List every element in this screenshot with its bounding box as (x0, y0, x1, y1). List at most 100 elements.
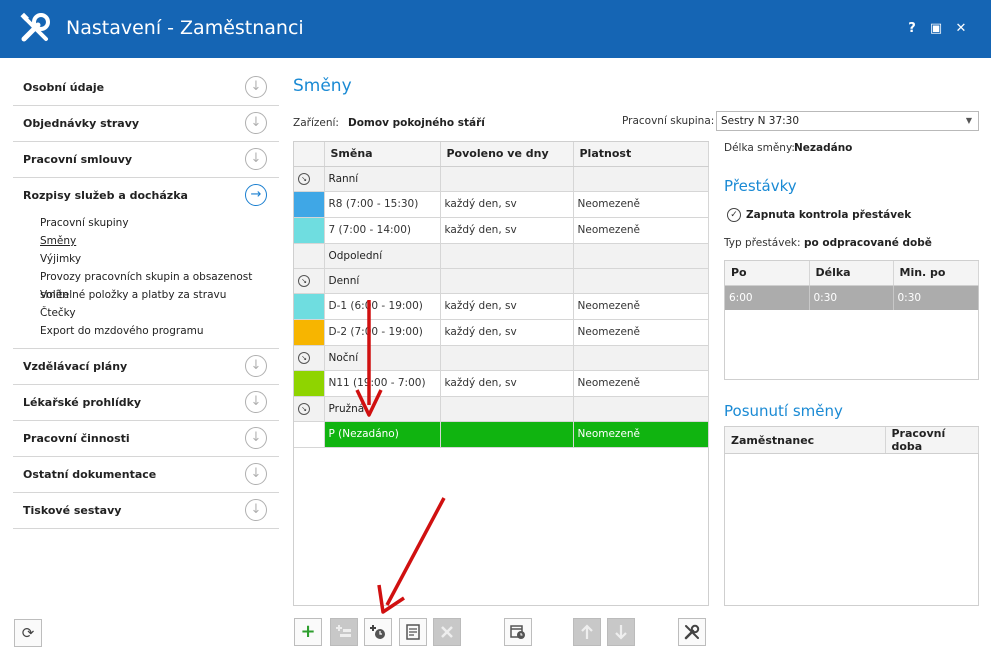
shift-name-cell: Denní (324, 268, 441, 294)
table-cell: 0:30 (809, 285, 894, 310)
add-group-button[interactable] (330, 618, 358, 646)
validity-cell: Neomezeně (573, 293, 709, 320)
sidebar-item-label: Osobní údaje (23, 81, 105, 94)
validity-cell (573, 345, 709, 371)
shift-name-cell: D-2 (7:00 - 19:00) (324, 319, 441, 346)
sidebar-item-objednavky-stravy[interactable]: Objednávky stravy ↓ (13, 106, 279, 142)
collapse-icon[interactable]: ↘ (298, 173, 310, 185)
arrow-down-circle-icon[interactable]: ↓ (245, 112, 267, 134)
grid-header-indicator (294, 142, 325, 167)
table-row[interactable]: D-1 (6:00 - 19:00) každý den, sv Neomezeně (294, 293, 709, 320)
arrow-down-circle-icon[interactable]: ↓ (245, 76, 267, 98)
chevron-down-icon: ▼ (965, 116, 972, 125)
sidebar-item-osobni-udaje[interactable]: Osobní údaje ↓ (13, 70, 279, 106)
group-expander-cell[interactable]: ↘ (294, 166, 325, 192)
sidebar-subitem-volitelne-polozky[interactable]: Volitelné položky a platby za stravu (40, 286, 279, 304)
add-shift-button[interactable] (364, 618, 392, 646)
add-clock-icon (370, 625, 385, 639)
table-row[interactable]: N11 (19:00 - 7:00) každý den, sv Neomezeně (294, 370, 709, 397)
title-bar: Nastavení - Zaměstnanci ? ▣ ✕ (0, 0, 991, 58)
sidebar-item-pracovni-cinnosti[interactable]: Pracovní činnosti ↓ (13, 421, 279, 457)
sidebar-item-label: Tiskové sestavy (23, 504, 122, 517)
table-row[interactable]: 7 (7:00 - 14:00) každý den, sv Neomezeně (294, 217, 709, 244)
group-expander-cell[interactable]: ↘ (294, 396, 325, 422)
shift-name-cell: P (Nezadáno) (324, 421, 441, 448)
group-expander-cell[interactable] (294, 243, 325, 269)
group-row[interactable]: ↘ Ranní (294, 166, 709, 192)
validity-cell: Neomezeně (573, 191, 709, 218)
edit-button[interactable] (399, 618, 427, 646)
sidebar-item-ostatni-dokumentace[interactable]: Ostatní dokumentace ↓ (13, 457, 279, 493)
group-row[interactable]: ↘ Pružná (294, 396, 709, 422)
days-cell: každý den, sv (440, 191, 574, 218)
sidebar-subitem-ctecky[interactable]: Čtečky (40, 304, 279, 322)
column-header-pracovni-doba[interactable]: Pracovní doba (885, 427, 979, 454)
collapse-icon[interactable]: ↘ (298, 352, 310, 364)
sidebar-group-rozpisy: Rozpisy služeb a docházka → Pracovní sku… (13, 178, 279, 349)
help-button[interactable]: ? (903, 20, 921, 38)
arrow-down-circle-icon[interactable]: ↓ (245, 463, 267, 485)
column-header-min-po[interactable]: Min. po (893, 261, 979, 286)
column-header-povoleno[interactable]: Povoleno ve dny (440, 142, 574, 167)
delete-icon (441, 626, 453, 638)
sidebar-subitem-pracovni-skupiny[interactable]: Pracovní skupiny (40, 214, 279, 232)
sidebar-item-lekarske-prohlidky[interactable]: Lékařské prohlídky ↓ (13, 385, 279, 421)
arrow-up-icon (581, 624, 593, 639)
move-down-button[interactable] (607, 618, 635, 646)
group-row[interactable]: Odpolední (294, 243, 709, 269)
schedule-button[interactable] (504, 618, 532, 646)
arrow-down-circle-icon[interactable]: ↓ (245, 499, 267, 521)
table-row[interactable]: D-2 (7:00 - 19:00) každý den, sv Neomezeně (294, 319, 709, 346)
add-button[interactable]: + (294, 618, 322, 646)
calendar-clock-icon (510, 625, 525, 639)
sidebar-subitem-smeny[interactable]: Směny (40, 232, 279, 250)
kontrola-prestavek-label: Zapnuta kontrola přestávek (746, 209, 912, 221)
window-title: Nastavení - Zaměstnanci (66, 17, 304, 39)
sidebar-subitem-export[interactable]: Export do mzdového programu (40, 322, 279, 340)
color-swatch-cell (294, 191, 325, 218)
sidebar-item-tiskove-sestavy[interactable]: Tiskové sestavy ↓ (13, 493, 279, 529)
arrow-down-circle-icon[interactable]: ↓ (245, 391, 267, 413)
sidebar-item-rozpisy[interactable]: Rozpisy služeb a docházka → (13, 178, 279, 214)
sidebar-item-pracovni-smlouvy[interactable]: Pracovní smlouvy ↓ (13, 142, 279, 178)
group-row[interactable]: ↘ Noční (294, 345, 709, 371)
arrow-down-circle-icon[interactable]: ↓ (245, 427, 267, 449)
color-swatch (294, 293, 323, 318)
close-button[interactable]: ✕ (952, 20, 970, 38)
shift-name-cell: Ranní (324, 166, 441, 192)
group-expander-cell[interactable]: ↘ (294, 268, 325, 294)
validity-cell: Neomezeně (573, 370, 709, 397)
shift-name-cell: N11 (19:00 - 7:00) (324, 370, 441, 397)
table-row-selected[interactable]: P (Nezadáno) Neomezeně (294, 421, 709, 448)
validity-cell (573, 166, 709, 192)
column-header-delka[interactable]: Délka (809, 261, 894, 286)
check-circle-icon[interactable]: ✓ (727, 208, 741, 222)
sidebar-item-vzdelavaci-plany[interactable]: Vzdělávací plány ↓ (13, 349, 279, 385)
sidebar-item-label: Rozpisy služeb a docházka (23, 189, 188, 202)
group-expander-cell[interactable]: ↘ (294, 345, 325, 371)
table-cell: 0:30 (893, 285, 979, 310)
color-swatch (294, 191, 323, 216)
pracovni-skupina-select[interactable]: Sestry N 37:30 ▼ (716, 111, 979, 131)
sidebar-subitem-provozy[interactable]: Provozy pracovních skupin a obsazenost s… (40, 268, 279, 301)
arrow-down-circle-icon[interactable]: ↓ (245, 355, 267, 377)
move-up-button[interactable] (573, 618, 601, 646)
table-row[interactable]: 6:00 0:30 0:30 (725, 285, 979, 310)
refresh-button[interactable]: ⟳ (14, 619, 42, 647)
arrow-down-circle-icon[interactable]: ↓ (245, 148, 267, 170)
column-header-smena[interactable]: Směna (324, 142, 441, 167)
collapse-icon[interactable]: ↘ (298, 403, 310, 415)
table-row[interactable]: R8 (7:00 - 15:30) každý den, sv Neomezeně (294, 191, 709, 218)
arrow-right-circle-icon[interactable]: → (245, 184, 267, 206)
sidebar-subitem-vyjimky[interactable]: Výjimky (40, 250, 279, 268)
column-header-zamestnanec[interactable]: Zaměstnanec (725, 427, 886, 454)
delete-button[interactable] (433, 618, 461, 646)
sidebar-item-label: Pracovní činnosti (23, 432, 130, 445)
grid-header-row: Směna Povoleno ve dny Platnost (294, 142, 709, 167)
column-header-po[interactable]: Po (725, 261, 810, 286)
column-header-platnost[interactable]: Platnost (573, 142, 709, 167)
group-row[interactable]: ↘ Denní (294, 268, 709, 294)
collapse-icon[interactable]: ↘ (298, 275, 310, 287)
maximize-button[interactable]: ▣ (927, 20, 945, 38)
settings-button[interactable] (678, 618, 706, 646)
